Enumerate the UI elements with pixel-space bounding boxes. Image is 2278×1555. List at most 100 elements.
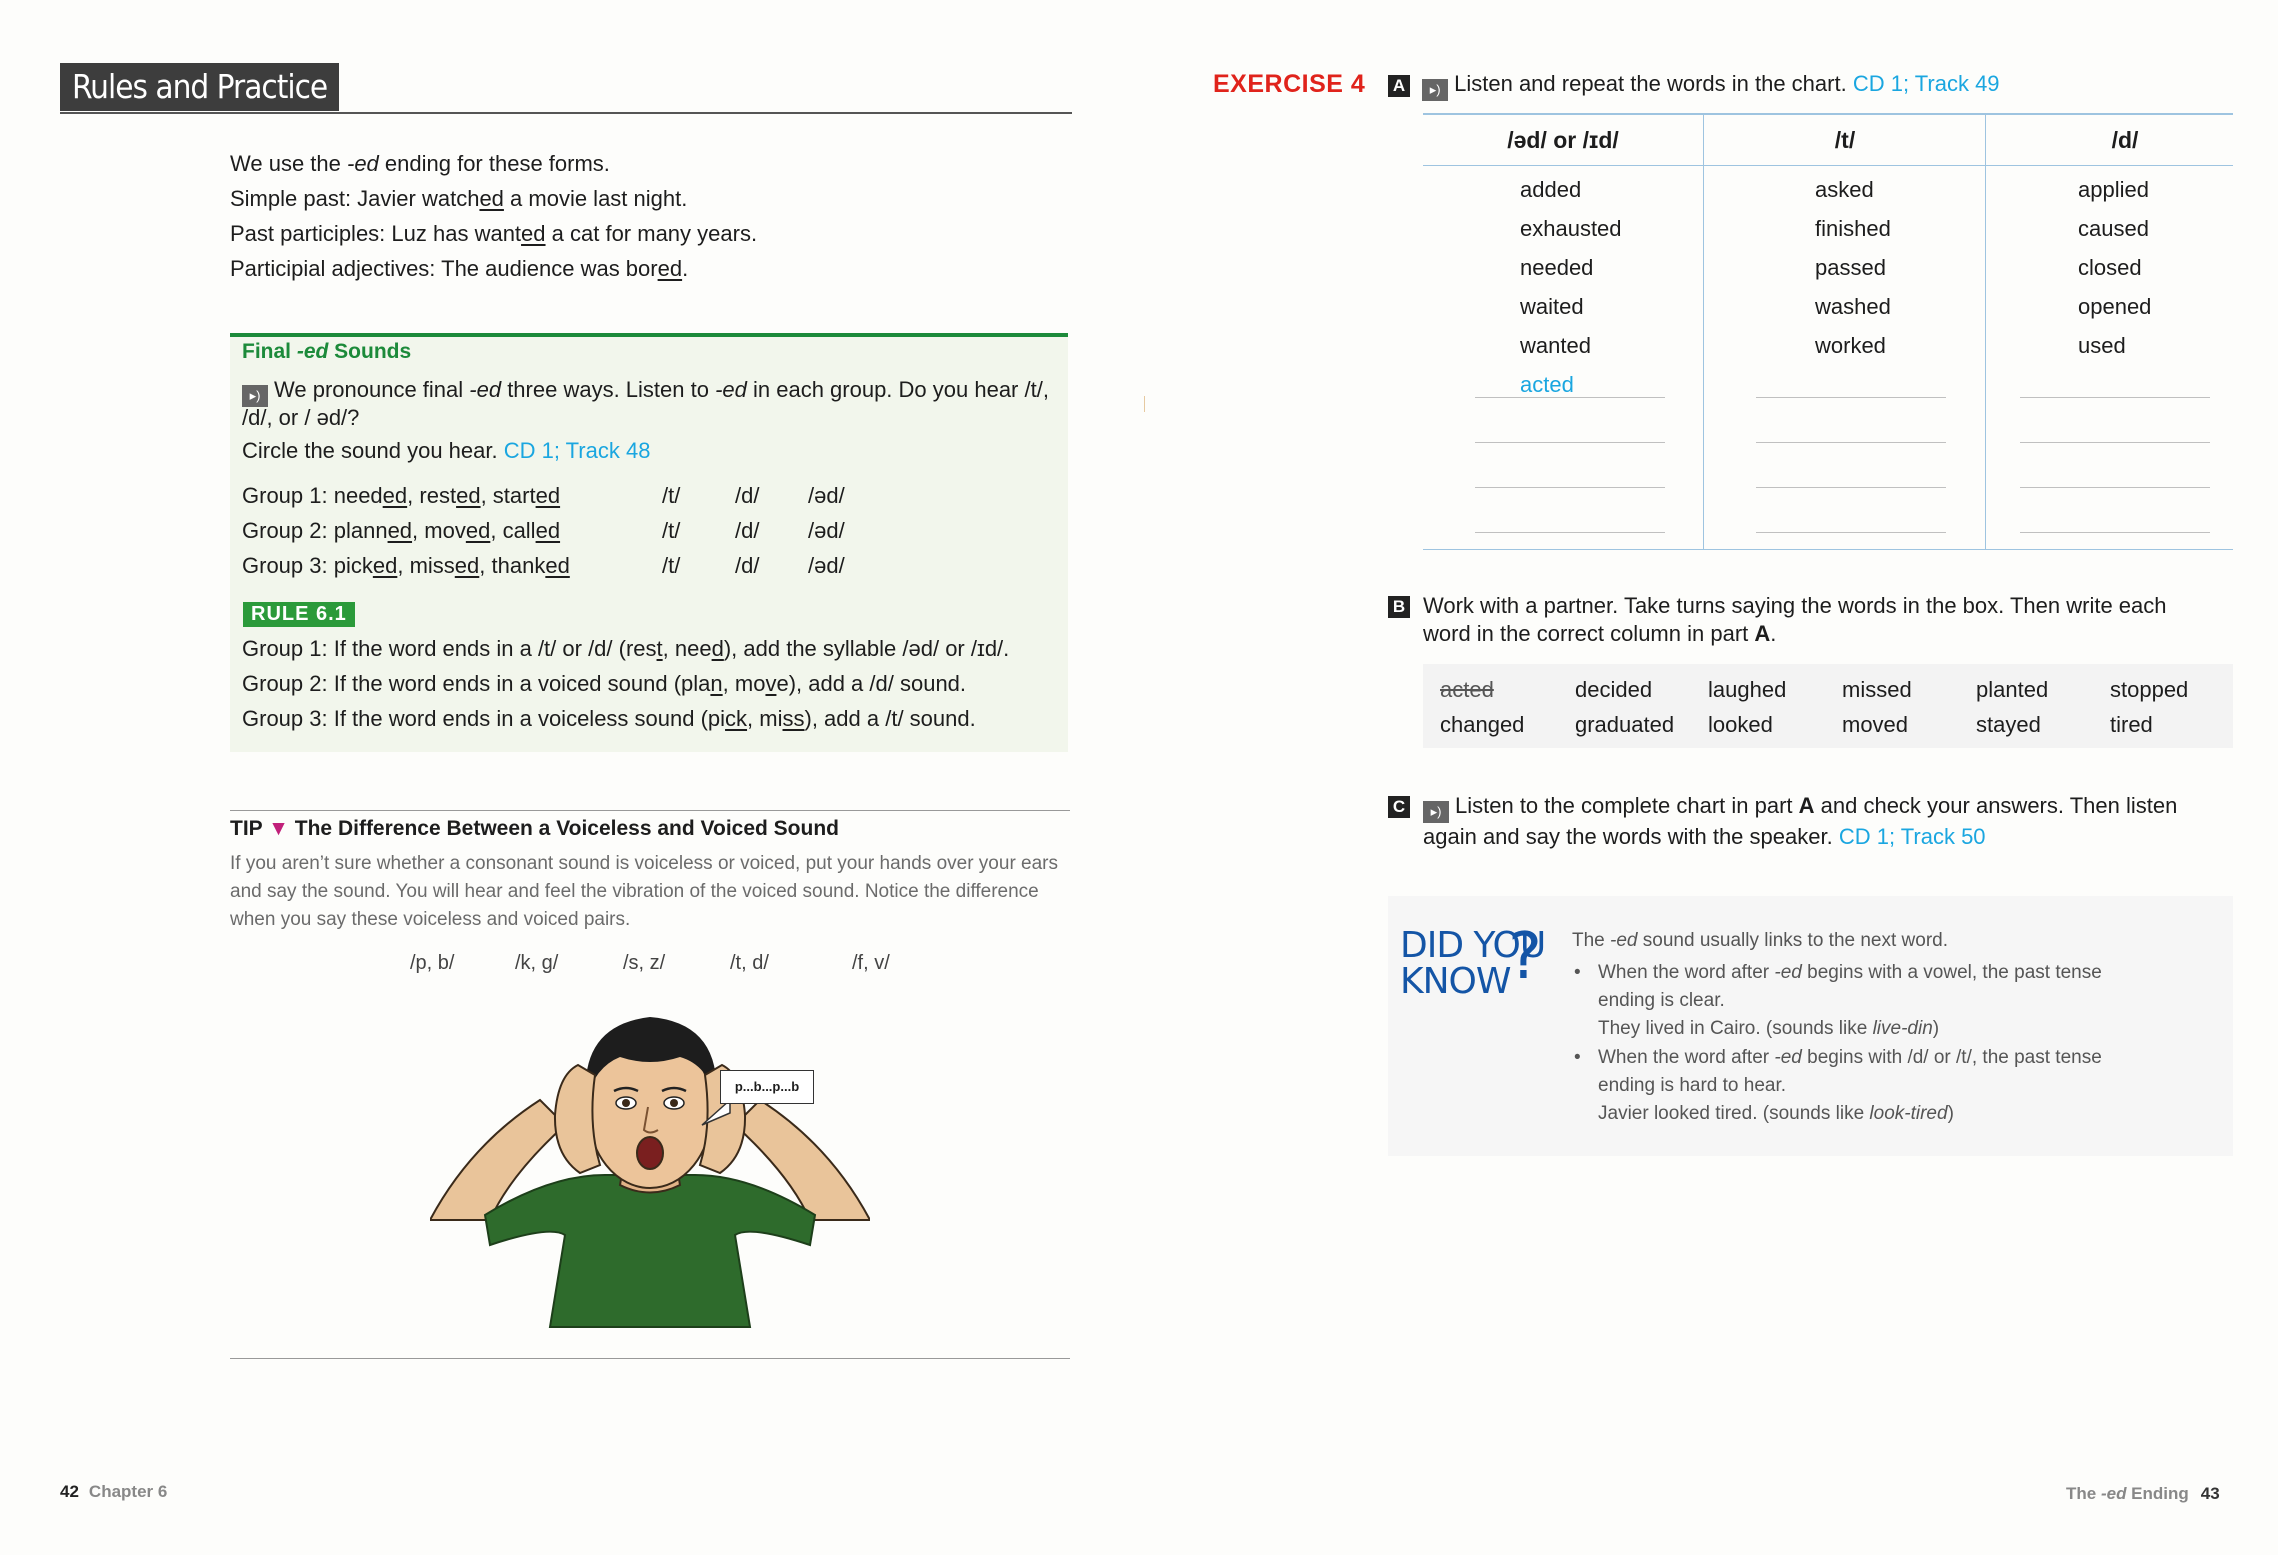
group-label: Group 3:	[242, 553, 334, 578]
folio-left: 42 Chapter 6	[60, 1482, 167, 1502]
answer-blank[interactable]	[1475, 532, 1665, 533]
audio-speaker-icon[interactable]: ▸)	[1423, 801, 1449, 823]
answer-blank[interactable]	[2020, 442, 2210, 443]
instruction-segment: -ed	[469, 377, 502, 402]
table-top-rule	[1423, 113, 2233, 115]
answer-blank[interactable]	[1756, 487, 1946, 488]
final-ed-sounds-heading: Final -ed Sounds	[242, 340, 411, 364]
chart-word: opened	[2078, 294, 2152, 319]
underlined-letter: ss	[782, 706, 805, 731]
answer-blank[interactable]	[2020, 487, 2210, 488]
underlined-ending: ed	[479, 186, 504, 211]
part-c-line-1: ▸) Listen to the complete chart in part A…	[1423, 792, 2177, 823]
intro-text-segment: -ed	[347, 151, 379, 176]
page-number: 42	[60, 1482, 79, 1501]
sound-choice-ed[interactable]: /əd/	[808, 483, 845, 509]
sound-choice-t[interactable]: /t/	[662, 483, 680, 509]
answer-blank[interactable]	[1756, 442, 1946, 443]
answer-blank[interactable]	[2020, 397, 2210, 398]
sound-choice-d[interactable]: /d/	[735, 518, 759, 544]
speech-bubble: p...b...p...b	[720, 1070, 814, 1104]
word-stem: call	[502, 518, 536, 543]
dyk-segment: When the word after	[1598, 962, 1775, 983]
column-header-ed: /əd/ or /ɪd/	[1507, 127, 1619, 153]
cd-track-49[interactable]: CD 1; Track 49	[1853, 71, 2000, 96]
section-title: Rules and Practice	[60, 63, 340, 111]
intro-text-segment: .	[682, 256, 689, 281]
rule-segment: ), add the syllable /əd/ or /ɪd/.	[723, 636, 1010, 661]
cd-track-50[interactable]: CD 1; Track 50	[1839, 824, 1986, 849]
word-box-item: moved	[1842, 712, 1909, 737]
answer-blank[interactable]	[2020, 532, 2210, 533]
part-c-letter: C	[1388, 796, 1410, 818]
sound-pair: /p, b/	[410, 952, 455, 974]
underlined-ending: ed	[372, 553, 398, 578]
intro-text: We use the -ed ending for these forms. S…	[230, 146, 757, 286]
dyk-segment: -ed	[1774, 1047, 1802, 1068]
instruction-segment: Circle the sound you hear.	[242, 438, 498, 463]
sound-pair: /t, d/	[730, 952, 769, 974]
question-mark-icon: ?	[1508, 920, 1542, 994]
underlined-letter: d	[711, 636, 724, 661]
column-header-d: /d/	[2111, 127, 2139, 153]
final-sounds-instruction-3: Circle the sound you hear. CD 1; Track 4…	[242, 436, 650, 466]
column-divider	[1703, 113, 1704, 550]
instruction-segment: -ed	[715, 377, 747, 402]
rule-segment: , mo	[722, 671, 766, 696]
sound-choice-ed[interactable]: /əd/	[808, 518, 845, 544]
instruction-segment: Listen to the complete chart in part	[1455, 793, 1799, 818]
sound-choice-ed[interactable]: /əd/	[808, 553, 845, 579]
heading-segment: -ed	[296, 340, 329, 363]
underlined-letter: v	[765, 671, 777, 696]
chart-word: closed	[2078, 255, 2142, 280]
audio-speaker-icon[interactable]: ▸)	[1422, 79, 1449, 101]
table-header-rule	[1423, 165, 2233, 166]
tip-heading: TIP ▼ The Difference Between a Voiceless…	[230, 817, 839, 841]
group-1-words: Group 1: needed, rested, started	[242, 483, 561, 508]
answer-blank[interactable]	[1756, 397, 1946, 398]
tip-title: The Difference Between a Voiceless and V…	[294, 817, 839, 840]
dyk-segment: -ed	[1774, 962, 1802, 983]
answer-blank[interactable]	[1475, 397, 1665, 398]
rule-group-1: Group 1: If the word ends in a /t/ or /d…	[242, 636, 1009, 662]
title-rule	[60, 112, 1072, 114]
word-stem: thank	[491, 553, 546, 578]
bullet-icon: •	[1574, 1047, 1581, 1068]
final-sounds-instruction-1: ▸) We pronounce final -ed three ways. Lis…	[242, 375, 1049, 407]
group-label: Group 2:	[242, 518, 334, 543]
word-box-item: laughed	[1708, 677, 1787, 702]
intro-line-2: Simple past: Javier watched a movie last…	[230, 181, 757, 216]
instruction-segment: three ways. Listen to	[501, 377, 716, 402]
page-number: 43	[2200, 1484, 2220, 1503]
dyk-segment: begins with /d/ or /t/, the past tense	[1801, 1047, 2102, 1068]
part-c-line-2: again and say the words with the speaker…	[1423, 823, 2177, 851]
tip-label: TIP	[230, 817, 263, 840]
answer-blank[interactable]	[1756, 532, 1946, 533]
underlined-ending: ed	[387, 518, 413, 543]
running-foot-segment: The	[2066, 1484, 2101, 1503]
part-b-line-1: Work with a partner. Take turns saying t…	[1423, 593, 2167, 618]
tip-rule-top	[230, 810, 1070, 811]
word-box-item: missed	[1842, 677, 1912, 702]
intro-text-segment: Past participles: Luz has want	[230, 221, 522, 246]
answer-blank[interactable]	[1475, 487, 1665, 488]
part-a-instruction: A ▸) Listen and repeat the words in the c…	[1388, 70, 2000, 101]
chart-word: used	[2078, 333, 2126, 358]
chart-word: worked	[1815, 333, 1886, 358]
word-box-item: changed	[1440, 712, 1525, 737]
chart-word: exhausted	[1520, 216, 1622, 241]
sound-choice-d[interactable]: /d/	[735, 483, 759, 509]
filled-answer: acted	[1520, 372, 1574, 397]
chart-word: passed	[1815, 255, 1886, 280]
instruction-segment: A	[1798, 793, 1815, 818]
underlined-ending: ed	[456, 483, 481, 508]
part-b-letter-wrap: B	[1388, 596, 1410, 618]
sound-choice-d[interactable]: /d/	[735, 553, 759, 579]
part-c-instruction: ▸) Listen to the complete chart in part A…	[1423, 792, 2177, 851]
cd-track-48[interactable]: CD 1; Track 48	[504, 438, 651, 463]
sound-choice-t[interactable]: /t/	[662, 553, 680, 579]
dyk-segment: )	[1947, 1103, 1954, 1124]
word-stem: start	[492, 483, 536, 508]
sound-choice-t[interactable]: /t/	[662, 518, 680, 544]
answer-blank[interactable]	[1475, 442, 1665, 443]
